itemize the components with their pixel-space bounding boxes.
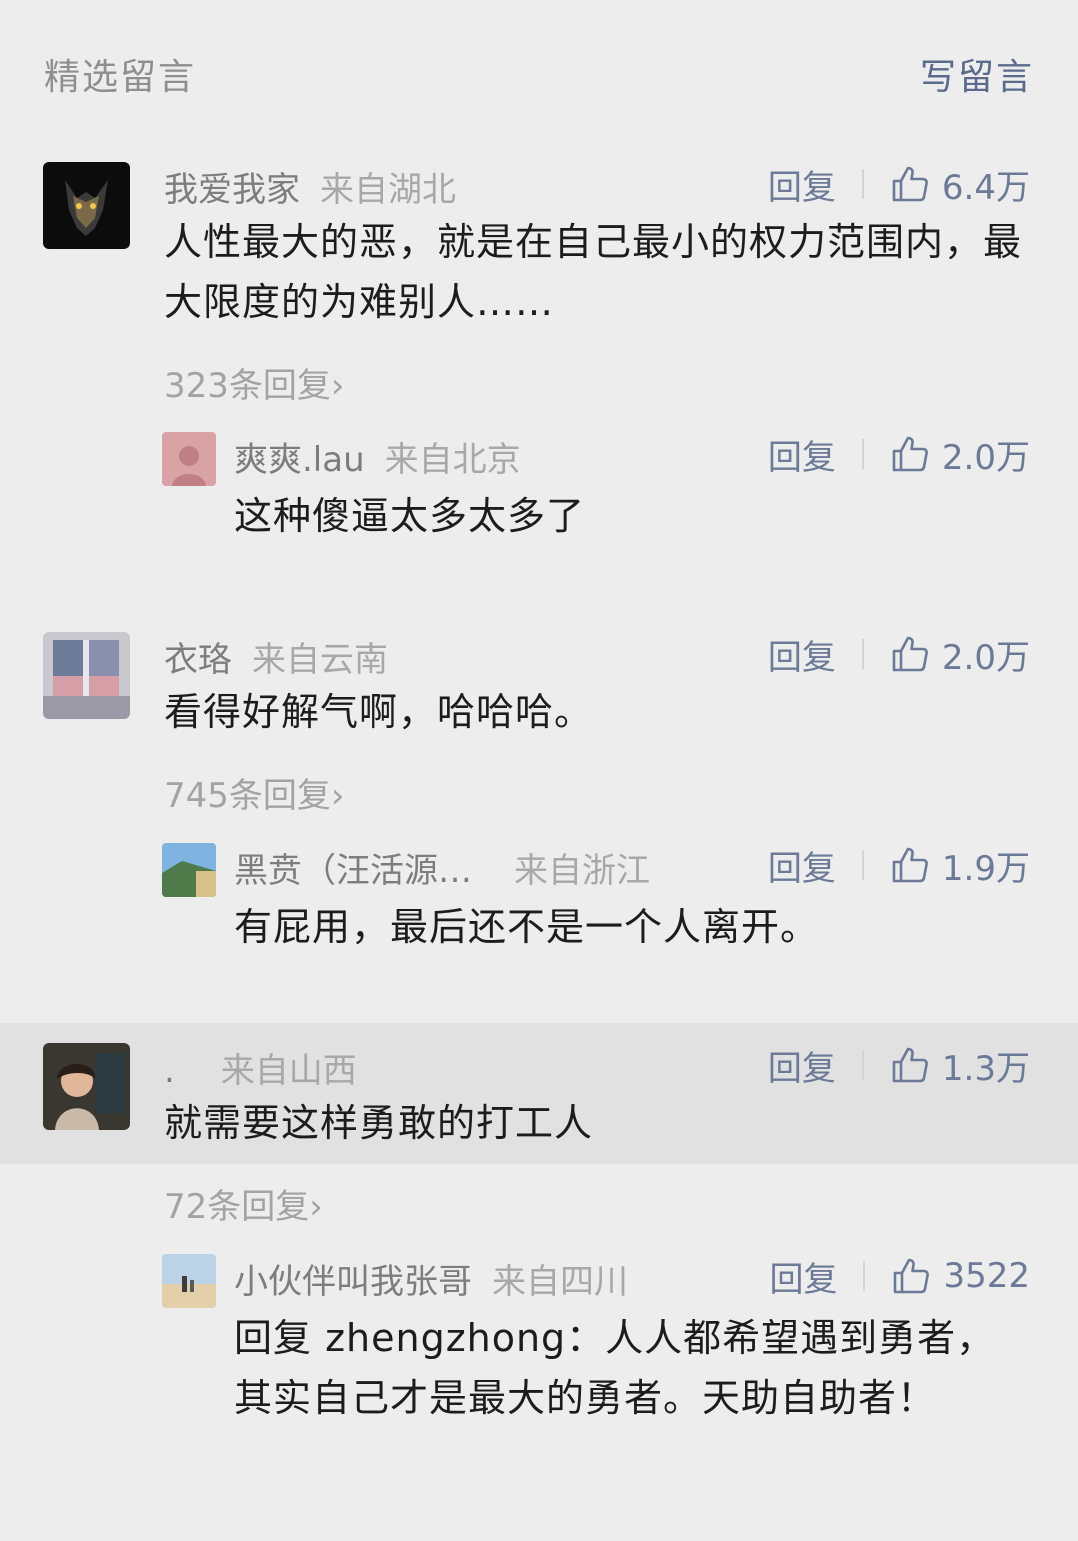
thumbs-up-icon — [892, 1047, 928, 1083]
reply-meta: 黑贲（汪活源… 来自浙江 — [234, 843, 650, 891]
location: 来自四川 — [492, 1262, 628, 1302]
comment-actions: 回复 6.4万 — [768, 160, 1030, 209]
location: 来自云南 — [252, 640, 388, 680]
reply-meta: 爽爽.lau 来自北京 — [234, 432, 521, 480]
chevron-right-icon: › — [330, 366, 345, 406]
comment-actions: 回复 2.0万 — [768, 630, 1030, 679]
comment-meta: 衣珞 来自云南 — [164, 632, 388, 680]
reply-button[interactable]: 回复 — [769, 1252, 837, 1301]
divider — [861, 639, 864, 669]
divider — [861, 169, 864, 199]
like-count: 6.4万 — [941, 167, 1030, 208]
like-button[interactable]: 2.0万 — [890, 630, 1030, 679]
avatar[interactable] — [43, 632, 130, 719]
like-count: 2.0万 — [941, 437, 1030, 478]
username[interactable]: 小伙伴叫我张哥 — [234, 1262, 472, 1302]
avatar[interactable] — [162, 432, 216, 486]
divider — [861, 850, 864, 880]
reply-text: 这种傻逼太多太多了 — [234, 494, 586, 538]
chevron-right-icon: › — [330, 776, 345, 816]
username[interactable]: 衣珞 — [164, 640, 232, 680]
thumbs-up-icon — [892, 166, 928, 202]
like-count: 1.9万 — [941, 848, 1030, 889]
thumbs-up-icon — [892, 847, 928, 883]
chevron-right-icon: › — [309, 1187, 323, 1227]
reply-text: 回复 zhengzhong：人人都希望遇到勇者，其实自己才是最大的勇者。天助自助… — [234, 1316, 996, 1420]
comment-actions: 回复 1.3万 — [768, 1041, 1030, 1090]
like-count: 1.3万 — [941, 1048, 1030, 1089]
more-replies-link[interactable]: 72条回复› — [164, 1179, 323, 1228]
location: 来自山西 — [220, 1051, 357, 1091]
avatar[interactable] — [43, 1043, 130, 1130]
reply-button[interactable]: 回复 — [768, 430, 836, 479]
more-replies-label: 72条回复 — [164, 1187, 310, 1227]
username[interactable]: 爽爽.lau — [234, 440, 365, 480]
reply-button[interactable]: 回复 — [768, 630, 836, 679]
divider — [863, 1261, 866, 1291]
more-replies-link[interactable]: 323条回复› — [164, 358, 345, 407]
comment-meta: 我爱我家 来自湖北 — [164, 162, 456, 210]
like-button[interactable]: 1.9万 — [890, 841, 1030, 890]
comment-meta: . 来自山西 — [164, 1043, 357, 1091]
username[interactable]: . — [164, 1051, 175, 1091]
comment-text: 看得好解气啊，哈哈哈。 — [164, 690, 594, 734]
like-count: 3522 — [943, 1256, 1030, 1296]
avatar[interactable] — [162, 1254, 216, 1308]
divider — [861, 1050, 864, 1080]
like-button[interactable]: 1.3万 — [890, 1041, 1030, 1090]
like-count: 2.0万 — [941, 637, 1030, 678]
reply-actions: 回复 2.0万 — [768, 430, 1030, 479]
reply-actions: 回复 3522 — [769, 1252, 1030, 1301]
reply-button[interactable]: 回复 — [768, 160, 836, 209]
divider — [861, 439, 864, 469]
section-title: 精选留言 — [44, 57, 197, 98]
reply-meta: 小伙伴叫我张哥 来自四川 — [234, 1254, 628, 1302]
location: 来自湖北 — [320, 170, 456, 210]
like-button[interactable]: 2.0万 — [890, 430, 1030, 479]
more-replies-link[interactable]: 745条回复› — [164, 768, 345, 817]
comment-text: 就需要这样勇敢的打工人 — [164, 1101, 594, 1145]
location: 来自浙江 — [514, 851, 650, 891]
reply-button[interactable]: 回复 — [768, 841, 836, 890]
thumbs-up-icon — [892, 636, 928, 672]
avatar[interactable] — [43, 162, 130, 249]
write-comment-link[interactable]: 写留言 — [920, 48, 1034, 100]
avatar[interactable] — [162, 843, 216, 897]
thumbs-up-icon — [892, 436, 928, 472]
more-replies-label: 745条回复 — [164, 776, 331, 816]
reply-text: 有屁用，最后还不是一个人离开。 — [234, 905, 820, 949]
like-button[interactable]: 6.4万 — [890, 160, 1030, 209]
reply-actions: 回复 1.9万 — [768, 841, 1030, 890]
thumbs-up-icon — [894, 1258, 930, 1294]
comment-text: 人性最大的恶，就是在自己最小的权力范围内，最大限度的为难别人…… — [164, 220, 1023, 324]
more-replies-label: 323条回复 — [164, 366, 331, 406]
like-button[interactable]: 3522 — [891, 1256, 1030, 1296]
comments-header: 精选留言 写留言 — [44, 48, 1034, 98]
location: 来自北京 — [384, 440, 521, 480]
reply-button[interactable]: 回复 — [768, 1041, 836, 1090]
username[interactable]: 我爱我家 — [164, 170, 300, 210]
username[interactable]: 黑贲（汪活源… — [234, 851, 472, 891]
